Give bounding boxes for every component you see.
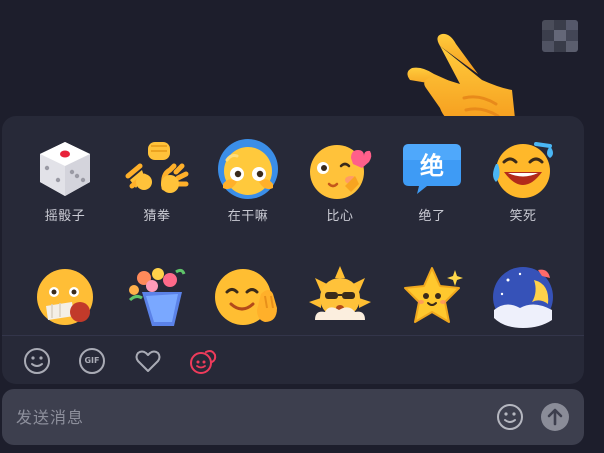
emoji-toggle-button[interactable]	[496, 403, 524, 431]
finger-heart-face-icon	[310, 145, 372, 199]
emoji-item-sun[interactable]	[294, 264, 386, 334]
heart-icon	[135, 350, 161, 372]
laughing-tears-face-icon	[493, 142, 553, 198]
svg-text:绝: 绝	[420, 152, 444, 180]
smiley-tab[interactable]	[22, 346, 52, 376]
emoji-item-bouquet[interactable]	[111, 264, 203, 334]
emoji-label: 在干嘛	[227, 209, 269, 224]
gif-tab-label: GIF	[84, 356, 100, 365]
smiling-face-waving-icon	[215, 269, 277, 325]
emoji-label: 猜拳	[143, 209, 171, 224]
emoji-item-bandaged[interactable]	[19, 264, 111, 334]
emoji-item-finger-heart[interactable]: 比心	[294, 136, 386, 236]
emoji-item-rock-paper-scissors[interactable]: 猜拳	[111, 136, 203, 236]
jue-bubble-icon: 绝	[403, 144, 461, 194]
peeking-face-icon	[218, 139, 278, 199]
moon-night-icon	[493, 267, 553, 328]
emoji-item-smile-wave[interactable]	[202, 264, 294, 334]
smiley-icon	[497, 404, 523, 430]
message-input[interactable]	[16, 389, 476, 445]
victory-hand-icon	[407, 33, 516, 128]
sun-sunglasses-icon	[309, 266, 371, 320]
bandaged-face-icon	[37, 269, 93, 325]
flower-bouquet-icon	[128, 268, 186, 326]
interactive-emoji-tab[interactable]	[188, 346, 218, 376]
smiley-icon	[24, 348, 50, 374]
arrow-up-icon	[547, 408, 563, 426]
emoji-item-dice[interactable]: 摇骰子	[19, 136, 111, 236]
message-input-bar	[2, 389, 584, 445]
avatar[interactable]	[542, 20, 578, 52]
emoji-item-moon[interactable]	[477, 264, 569, 334]
emoji-label: 笑死	[509, 209, 537, 224]
smiling-star-icon	[404, 267, 463, 323]
emoji-label: 绝了	[418, 209, 446, 224]
chat-screen: 摇骰子 猜拳 在干嘛 比心 绝 绝了 笑死 GIF 发送消息	[0, 0, 604, 453]
favorites-tab[interactable]	[133, 346, 163, 376]
emoji-item-star[interactable]	[386, 264, 478, 334]
rock-paper-scissors-icon	[125, 142, 189, 193]
gif-tab[interactable]: GIF	[77, 346, 107, 376]
send-button[interactable]	[541, 403, 569, 431]
emoji-grid: 摇骰子 猜拳 在干嘛 比心 绝 绝了 笑死	[2, 116, 584, 334]
dice-icon	[40, 142, 90, 196]
emoji-item-jue[interactable]: 绝 绝了	[386, 136, 478, 236]
emoji-item-laughing[interactable]: 笑死	[477, 136, 569, 236]
panel-divider	[2, 335, 584, 336]
emoji-panel: 摇骰子 猜拳 在干嘛 比心 绝 绝了 笑死 GIF	[2, 116, 584, 384]
emoji-label: 比心	[326, 209, 354, 224]
emoji-item-peeking[interactable]: 在干嘛	[202, 136, 294, 236]
emoji-label: 摇骰子	[44, 209, 86, 224]
emoji-tabbar: GIF	[2, 338, 584, 384]
interactive-emoji-icon	[190, 350, 217, 374]
